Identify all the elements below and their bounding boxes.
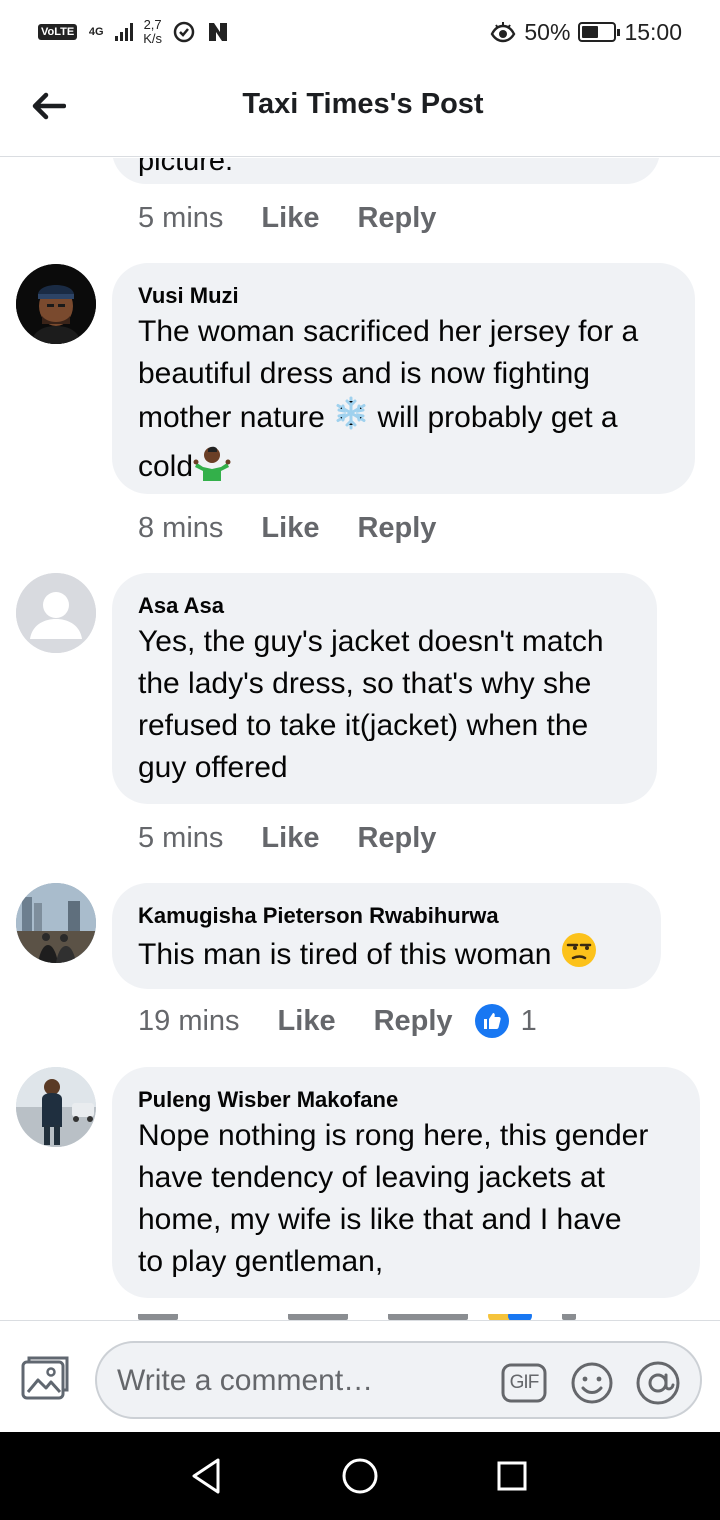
comment-line: home, my wife is like that and I have bbox=[138, 1203, 622, 1236]
reply-button[interactable]: Reply bbox=[374, 1005, 453, 1038]
avatar[interactable] bbox=[16, 1067, 96, 1147]
comment-input[interactable]: Write a comment… bbox=[117, 1363, 373, 1399]
comment-bubble[interactable]: Asa Asa Yes, the guy's jacket doesn't ma… bbox=[112, 573, 657, 804]
status-left: VoLTE 4G 2,7 K/s bbox=[38, 14, 230, 50]
data-saver-icon bbox=[173, 21, 195, 43]
reply-button[interactable]: Reply bbox=[357, 202, 436, 235]
gif-button[interactable]: GIF bbox=[501, 1360, 547, 1406]
comment-text: Nope nothing is rong here, this gender h… bbox=[138, 1115, 674, 1283]
comment-bubble[interactable]: Kamugisha Pieterson Rwabihurwa This man … bbox=[112, 883, 661, 989]
comment-author[interactable]: Puleng Wisber Makofane bbox=[138, 1085, 674, 1115]
clock: 15:00 bbox=[624, 18, 682, 45]
comment-line: have tendency of leaving jackets at bbox=[138, 1161, 605, 1194]
default-user-icon bbox=[16, 573, 96, 653]
square-recents-icon bbox=[497, 1461, 527, 1491]
like-button[interactable]: Like bbox=[261, 822, 319, 855]
like-button[interactable]: Like bbox=[278, 1005, 336, 1038]
comment-line: guy offered bbox=[138, 751, 288, 784]
comment-input-box[interactable]: Write a comment… GIF bbox=[95, 1341, 702, 1419]
comment-author[interactable]: Kamugisha Pieterson Rwabihurwa bbox=[138, 901, 635, 931]
comment-text: This man is tired of this woman bbox=[138, 931, 635, 981]
comment-line: Nope nothing is rong here, this gender bbox=[138, 1119, 649, 1152]
app-header: Taxi Times's Post bbox=[0, 62, 720, 157]
battery-icon bbox=[578, 22, 621, 42]
comment-author[interactable]: Asa Asa bbox=[138, 591, 631, 621]
photo-icon bbox=[21, 1356, 69, 1400]
comment-line: the lady's dress, so that's why she bbox=[138, 667, 592, 700]
comment-bubble[interactable]: Vusi Muzi The woman sacrificed her jerse… bbox=[112, 263, 695, 494]
battery-percent: 50% bbox=[524, 18, 571, 45]
like-button[interactable]: Like bbox=[261, 512, 319, 545]
gif-label: GIF bbox=[509, 1372, 540, 1393]
comment-actions: 19 mins Like Reply 1 bbox=[138, 1001, 537, 1041]
comment-line: cold bbox=[138, 449, 194, 483]
user-photo-icon bbox=[16, 264, 96, 344]
user-photo-icon bbox=[16, 883, 96, 963]
at-sign-icon bbox=[636, 1361, 680, 1405]
user-photo-icon bbox=[16, 1067, 96, 1147]
comment-text: Yes, the guy's jacket doesn't match the … bbox=[138, 621, 631, 789]
comment-bubble[interactable]: Puleng Wisber Makofane Nope nothing is r… bbox=[112, 1067, 700, 1298]
like-reaction-icon[interactable] bbox=[474, 1004, 509, 1038]
status-right: 50% 15:00 bbox=[490, 14, 682, 50]
status-bar: VoLTE 4G 2,7 K/s 50% 15:00 bbox=[0, 0, 720, 62]
nav-back-button[interactable] bbox=[184, 1454, 228, 1498]
network-type-label: 4G bbox=[88, 26, 104, 38]
nfc-icon bbox=[209, 23, 227, 41]
comment-time: 8 mins bbox=[138, 511, 224, 544]
emoji-button[interactable] bbox=[569, 1360, 615, 1406]
photo-button[interactable] bbox=[20, 1354, 72, 1402]
network-speed: 2,7 K/s bbox=[143, 18, 162, 46]
page-title: Taxi Times's Post bbox=[242, 88, 484, 120]
speed-value: 2,7 bbox=[143, 17, 162, 32]
mention-button[interactable] bbox=[635, 1360, 681, 1406]
comments-list[interactable]: picture. 5 mins Like Reply Vusi Muzi The… bbox=[0, 158, 720, 1320]
volte-badge: VoLTE bbox=[38, 24, 78, 40]
nav-home-button[interactable] bbox=[338, 1454, 382, 1498]
nav-recents-button[interactable] bbox=[490, 1454, 534, 1498]
comment-time: 5 mins bbox=[138, 821, 224, 854]
person-shrugging-emoji-icon bbox=[193, 443, 231, 493]
comment-line: The woman sacrificed her jersey for a bbox=[138, 315, 639, 348]
network-type: 4G bbox=[87, 26, 105, 38]
comment-bubble-previous[interactable]: picture. bbox=[112, 158, 660, 184]
reply-button[interactable]: Reply bbox=[357, 822, 436, 855]
avatar[interactable] bbox=[16, 264, 96, 344]
comment-line: to play gentleman, bbox=[138, 1245, 384, 1278]
speed-unit: K/s bbox=[143, 31, 162, 46]
comment-actions: 5 mins Like Reply bbox=[138, 818, 474, 858]
comment-line: mother nature bbox=[138, 400, 325, 434]
smiley-icon bbox=[571, 1362, 613, 1404]
comment-composer: Write a comment… GIF bbox=[0, 1320, 720, 1432]
like-button[interactable]: Like bbox=[261, 202, 319, 235]
comment-time: 19 mins bbox=[138, 1004, 240, 1037]
comment-line: Yes, the guy's jacket doesn't match bbox=[138, 625, 604, 658]
system-nav-bar bbox=[0, 1432, 720, 1520]
eye-comfort-icon bbox=[491, 22, 516, 43]
comment-time: 5 mins bbox=[138, 201, 224, 234]
comment-line: refused to take it(jacket) when the bbox=[138, 709, 589, 742]
triangle-back-icon bbox=[192, 1458, 220, 1494]
comment-line: beautiful dress and is now fighting bbox=[138, 357, 590, 390]
comment-actions: 8 mins Like Reply bbox=[138, 508, 474, 548]
comment-actions-previous: 5 mins Like Reply bbox=[138, 198, 474, 238]
avatar[interactable] bbox=[16, 883, 96, 963]
signal-icon bbox=[115, 23, 134, 41]
comment-line: will probably get a bbox=[377, 400, 618, 434]
comment-text: The woman sacrificed her jersey for a be… bbox=[138, 311, 669, 493]
comment-author[interactable]: Vusi Muzi bbox=[138, 281, 669, 311]
circle-home-icon bbox=[342, 1458, 378, 1494]
reply-button[interactable]: Reply bbox=[357, 512, 436, 545]
comment-text-tail: picture. bbox=[138, 158, 234, 177]
unamused-face-emoji-icon bbox=[560, 931, 598, 981]
avatar[interactable] bbox=[16, 573, 96, 653]
snowflake-emoji-icon bbox=[333, 395, 369, 443]
reaction-count[interactable]: 1 bbox=[521, 1005, 537, 1038]
comment-line: This man is tired of this woman bbox=[138, 937, 552, 971]
